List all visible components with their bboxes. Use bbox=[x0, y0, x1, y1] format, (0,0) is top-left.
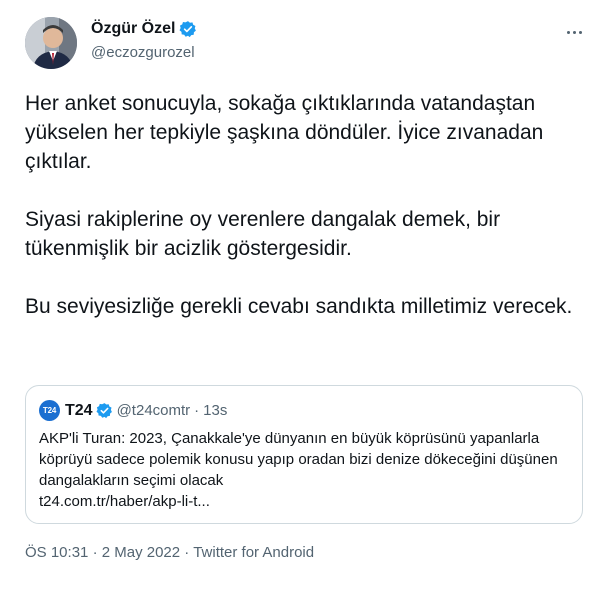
tweet-metadata: ÖS 10:31 · 2 May 2022 · Twitter for Andr… bbox=[25, 544, 314, 561]
tweet-paragraph: Siyasi rakiplerine oy verenlere dangalak… bbox=[25, 208, 501, 260]
quoted-tweet-card[interactable]: T24 T24 @t24comtr · 13s AKP'li Turan: 20… bbox=[25, 385, 583, 524]
separator-dot: · bbox=[184, 544, 190, 561]
tweet: Özgür Özel @eczozgurozel Her anket sonuc… bbox=[0, 0, 600, 590]
quoted-author-handle: @t24comtr bbox=[116, 402, 191, 419]
quoted-tweet-body: AKP'li Turan: 2023, Çanakkale'ye dünyanı… bbox=[39, 430, 558, 489]
tweet-paragraph: Her anket sonucuyla, sokağa çıktıklarınd… bbox=[25, 92, 544, 173]
separator-dot: · bbox=[194, 402, 200, 419]
quoted-author-avatar: T24 bbox=[39, 400, 60, 421]
tweet-text: Her anket sonucuyla, sokağa çıktıklarınd… bbox=[25, 89, 590, 321]
author-name[interactable]: Özgür Özel bbox=[91, 20, 175, 38]
tweet-date[interactable]: 2 May 2022 bbox=[102, 544, 180, 561]
author-name-row[interactable]: Özgür Özel bbox=[91, 20, 197, 38]
verified-badge-icon bbox=[96, 402, 113, 419]
quoted-author-name: T24 bbox=[65, 401, 93, 419]
quoted-tweet-header: T24 T24 @t24comtr · 13s bbox=[39, 400, 227, 421]
tweet-source[interactable]: Twitter for Android bbox=[193, 544, 314, 561]
more-options-icon[interactable] bbox=[561, 23, 587, 41]
separator-dot: · bbox=[92, 544, 98, 561]
quoted-tweet-text: AKP'li Turan: 2023, Çanakkale'ye dünyanı… bbox=[39, 428, 569, 512]
author-avatar[interactable] bbox=[25, 17, 77, 69]
tweet-time[interactable]: ÖS 10:31 bbox=[25, 544, 88, 561]
tweet-paragraph: Bu seviyesizliğe gerekli cevabı sandıkta… bbox=[25, 295, 573, 318]
quoted-tweet-time: 13s bbox=[203, 402, 228, 419]
quoted-tweet-link[interactable]: t24.com.tr/haber/akp-li-t... bbox=[39, 491, 569, 512]
verified-badge-icon bbox=[179, 20, 197, 38]
author-handle[interactable]: @eczozgurozel bbox=[91, 44, 195, 61]
